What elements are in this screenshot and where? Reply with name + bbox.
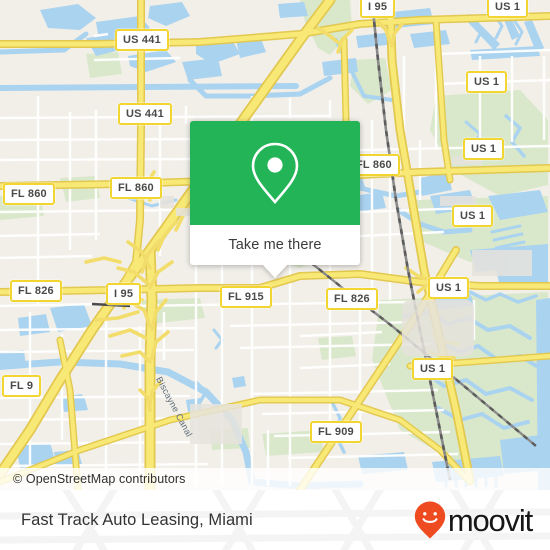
road-shield[interactable]: FL 860 [110,177,162,199]
road-shield[interactable]: I 95 [360,0,396,18]
road-shield[interactable]: US 441 [118,103,172,125]
road-shield[interactable]: US 441 [115,29,169,51]
road-shield[interactable]: US 1 [452,205,494,227]
road-shield[interactable]: US 1 [412,358,454,380]
road-shield[interactable]: US 1 [428,277,470,299]
road-shield[interactable]: US 1 [463,138,505,160]
map-pin-icon [251,142,299,205]
road-shield[interactable]: FL 915 [220,286,272,308]
moovit-map-screenshot: I 95 US 1 US 441 US 1 US 441 FL 860 US 1… [0,0,550,550]
road-shield[interactable]: US 1 [466,71,508,93]
road-shield[interactable]: FL 860 [3,183,55,205]
place-title: Fast Track Auto Leasing, Miami [21,510,253,529]
map-attribution-bar: © OpenStreetMap contributors [0,468,550,490]
attribution-text[interactable]: © OpenStreetMap contributors [0,472,186,486]
road-shield[interactable]: US 1 [487,0,529,18]
place-popup-card[interactable]: Take me there [190,121,360,278]
moovit-pin-smile-icon [414,501,446,539]
road-shield[interactable]: FL 826 [10,280,62,302]
popup-pointer-tail [262,264,288,278]
popup-action-footer[interactable]: Take me there [190,225,360,278]
moovit-wordmark: moovit [447,502,533,538]
road-shield[interactable]: FL 9 [2,375,42,397]
road-shield[interactable]: FL 909 [310,421,362,443]
road-shield[interactable]: I 95 [106,283,142,305]
map-canvas[interactable]: I 95 US 1 US 441 US 1 US 441 FL 860 US 1… [0,0,550,490]
road-shield[interactable]: FL 826 [326,288,378,310]
take-me-there-label: Take me there [228,237,322,253]
moovit-brand-logo[interactable]: moovit [413,500,550,540]
popup-marker-panel [190,121,360,225]
bottom-info-bar: Fast Track Auto Leasing, Miami moovit [0,490,550,550]
